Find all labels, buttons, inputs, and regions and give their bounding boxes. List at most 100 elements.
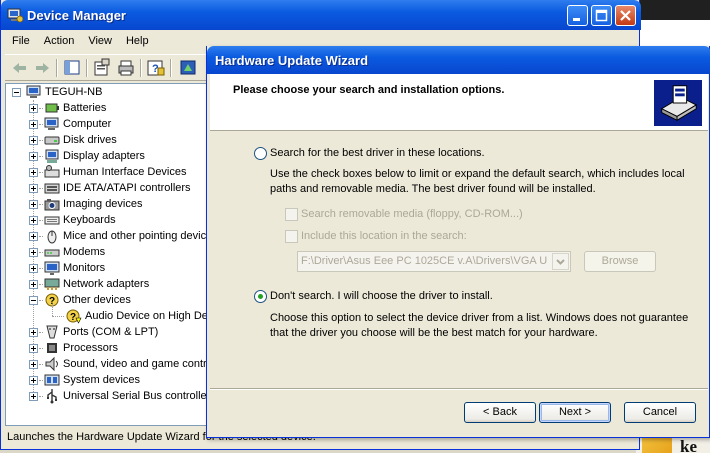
tree-guide-line [39,140,43,141]
show-hide-tree-button[interactable] [61,58,83,78]
monitor-icon [44,261,60,275]
battery-icon [45,103,59,113]
toolbar-separator [86,59,88,77]
include-location-checkbox[interactable] [285,230,298,243]
tree-item-label: Other devices [63,294,131,306]
tree-item-label: Keyboards [63,214,116,226]
tree-expand-toggle[interactable] [29,200,38,209]
tree-expand-toggle[interactable] [29,136,38,145]
browse-button[interactable]: Browse [584,251,656,272]
tree-item-label: Disk drives [63,134,117,146]
tree-item-label: Ports (COM & LPT) [63,326,159,338]
update-driver-icon [180,60,196,75]
removable-media-label: Search removable media (floppy, CD-ROM..… [301,208,523,220]
tree-expand-toggle[interactable] [29,328,38,337]
mouse-icon [47,230,57,244]
tree-expand-toggle[interactable] [29,216,38,225]
tree-item-label: Universal Serial Bus controllers [63,390,216,402]
tree-expand-toggle[interactable] [29,104,38,113]
tree-guide-line [39,252,43,253]
background-text-line2: ke [680,437,697,453]
maximize-button[interactable] [591,5,612,26]
tree-expand-toggle[interactable] [29,376,38,385]
cancel-button[interactable]: Cancel [624,402,696,423]
tree-expand-toggle[interactable] [29,344,38,353]
tree-expand-toggle[interactable] [29,248,38,257]
tree-guide-line [39,188,43,189]
device-manager-app-icon [7,8,23,23]
tree-expand-toggle[interactable] [29,168,38,177]
print-button[interactable] [115,58,137,78]
warning-device-icon: ? [66,309,82,324]
device-manager-titlebar[interactable]: Device Manager [1,0,641,30]
tree-item-label: Display adapters [63,150,145,162]
tree-expand-toggle[interactable] [29,264,38,273]
tree-root-label: TEGUH-NB [45,86,103,98]
wizard-header: Please choose your search and installati… [210,74,708,131]
tree-expand-toggle[interactable] [29,296,38,305]
location-path-combobox[interactable]: F:\Driver\Asus Eee PC 1025CE v.A\Drivers… [297,251,571,272]
tree-expand-toggle[interactable] [29,392,38,401]
dont-search-label[interactable]: Don't search. I will choose the driver t… [270,290,493,302]
back-button[interactable]: < Back [464,402,536,423]
ide-controller-icon [44,183,60,194]
minimize-button[interactable] [567,5,588,26]
sound-icon [45,356,58,372]
tree-item-label: Modems [63,246,106,258]
dont-search-radio[interactable] [254,290,267,303]
tree-item-label: Imaging devices [63,198,143,210]
tree-guide-line [39,348,43,349]
tree-guide-line [39,220,43,221]
tree-guide-line [39,124,43,125]
tree-guide-line [39,156,43,157]
root-collapse-toggle[interactable] [12,88,21,97]
hardware-card-icon [653,79,703,127]
toolbar-separator [56,59,58,77]
tree-guide-line [39,380,43,381]
wizard-titlebar[interactable]: Hardware Update Wizard [207,46,710,74]
location-dropdown-button[interactable] [552,253,569,270]
svg-text:?: ? [70,312,76,323]
wizard-header-title: Please choose your search and installati… [233,84,505,96]
tree-guide-line [39,396,43,397]
tree-expand-toggle[interactable] [29,152,38,161]
tree-item-label: Network adapters [63,278,150,290]
tree-expand-toggle[interactable] [29,120,38,129]
forward-toolbar-button[interactable] [31,58,53,78]
modem-icon [44,249,60,257]
search-drivers-label[interactable]: Search for the best driver in these loca… [270,147,485,159]
tree-expand-toggle[interactable] [29,280,38,289]
properties-button[interactable] [91,58,113,78]
tree-item-label: Processors [63,342,119,354]
tree-item-label: Mice and other pointing devices [63,230,218,242]
tree-guide-line [39,332,43,333]
next-button[interactable]: Next > [539,402,611,423]
menu-view[interactable]: View [81,32,119,52]
hardware-update-wizard-window: Hardware Update Wizard Please choose you… [206,46,710,438]
tree-guide-line [39,204,43,205]
tree-guide-line [39,364,43,365]
menu-help[interactable]: Help [119,32,156,52]
wizard-title: Hardware Update Wizard [215,53,369,68]
tree-item-label: Computer [63,118,112,130]
menu-action[interactable]: Action [37,32,82,52]
help-button[interactable]: ? [145,58,167,78]
console-tree-icon [64,60,80,75]
tree-expand-toggle[interactable] [29,184,38,193]
computer-icon [26,85,41,98]
menu-file[interactable]: File [5,32,37,52]
location-path-value: F:\Driver\Asus Eee PC 1025CE v.A\Drivers… [301,255,548,267]
disk-drive-icon [44,136,60,145]
tree-expand-toggle[interactable] [29,232,38,241]
usb-icon [47,389,57,404]
tree-expand-toggle[interactable] [29,360,38,369]
back-toolbar-button[interactable] [9,58,31,78]
toolbar-separator [140,59,142,77]
close-button[interactable] [615,5,636,26]
update-driver-button[interactable] [177,58,199,78]
search-drivers-radio[interactable] [254,147,267,160]
tree-item-label: IDE ATA/ATAPI controllers [63,182,191,194]
tree-item-label: Human Interface Devices [63,166,187,178]
close-icon [620,10,631,21]
removable-media-checkbox[interactable] [285,208,298,221]
